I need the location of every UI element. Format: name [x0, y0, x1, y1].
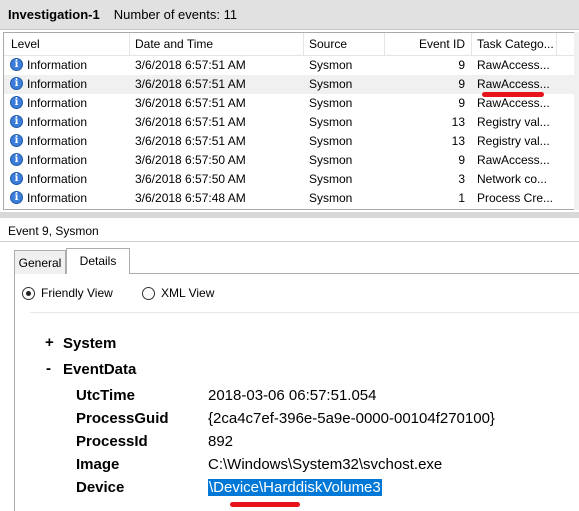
field-value-image: C:\Windows\System32\svchost.exe — [208, 456, 443, 473]
cell-level: Information — [27, 134, 88, 148]
cell-level: Information — [27, 153, 88, 167]
info-icon: i — [10, 77, 23, 90]
column-separator[interactable] — [303, 33, 304, 55]
log-title: Investigation-1 — [8, 7, 100, 22]
cell-source: Sysmon — [309, 115, 353, 129]
cell-datetime: 3/6/2018 6:57:51 AM — [135, 115, 246, 129]
event-count: Number of events: 11 — [113, 7, 238, 22]
column-separator[interactable] — [556, 33, 557, 55]
info-icon: i — [10, 115, 23, 128]
tab-general[interactable]: General — [14, 250, 66, 274]
tree-node-eventdata[interactable]: EventData — [63, 361, 136, 378]
cell-source: Sysmon — [309, 153, 353, 167]
window-title-bar: Investigation-1 Number of events: 11 — [0, 0, 579, 30]
cell-task-category: RawAccess... — [477, 153, 550, 167]
field-key-device: Device — [76, 479, 125, 496]
info-icon: i — [10, 191, 23, 204]
table-row[interactable]: i Information 3/6/2018 6:57:50 AM Sysmon 9 Ra… — [4, 151, 575, 170]
cell-source: Sysmon — [309, 58, 353, 72]
table-row[interactable]: i Information 3/6/2018 6:57:48 AM Sysmon 1 Pr… — [4, 189, 575, 208]
cell-level: Information — [27, 77, 88, 91]
cell-event-id: 9 — [458, 153, 465, 167]
table-row[interactable]: i Information 3/6/2018 6:57:51 AM Sysmon 13 R… — [4, 132, 575, 151]
cell-level: Information — [27, 115, 88, 129]
cell-datetime: 3/6/2018 6:57:50 AM — [135, 153, 246, 167]
grid-scrollbar[interactable] — [574, 32, 579, 210]
column-separator[interactable] — [384, 33, 385, 55]
field-key-image: Image — [76, 456, 120, 473]
cell-datetime: 3/6/2018 6:57:51 AM — [135, 96, 246, 110]
cell-event-id: 9 — [458, 96, 465, 110]
cell-task-category: RawAccess... — [477, 58, 550, 72]
info-icon: i — [10, 172, 23, 185]
cell-event-id: 9 — [458, 77, 465, 91]
field-key-processguid: ProcessGuid — [76, 410, 169, 427]
cell-source: Sysmon — [309, 96, 353, 110]
cell-source: Sysmon — [309, 134, 353, 148]
column-date-time[interactable]: Date and Time — [135, 37, 213, 53]
cell-source: Sysmon — [309, 191, 353, 205]
tree-node-system[interactable]: System — [63, 335, 116, 352]
table-row[interactable]: i Information 3/6/2018 6:57:50 AM Sysmon 3 Ne… — [4, 170, 575, 189]
friendly-view-label: Friendly View — [41, 286, 113, 300]
cell-datetime: 3/6/2018 6:57:51 AM — [135, 58, 246, 72]
table-row[interactable]: i Information 3/6/2018 6:57:51 AM Sysmon 9 Ra… — [4, 56, 575, 75]
friendly-view-radio[interactable] — [22, 286, 35, 300]
info-icon: i — [10, 153, 23, 166]
field-value-processid: 892 — [208, 433, 234, 450]
field-key-utctime: UtcTime — [76, 387, 135, 404]
cell-level: Information — [27, 58, 88, 72]
cell-task-category: RawAccess... — [477, 77, 550, 91]
column-event-id[interactable]: Event ID — [388, 37, 465, 53]
cell-datetime: 3/6/2018 6:57:48 AM — [135, 191, 246, 205]
cell-task-category: Process Cre... — [477, 191, 554, 205]
xml-view-option[interactable]: XML View — [142, 286, 214, 300]
field-key-processid: ProcessId — [76, 433, 148, 450]
column-separator[interactable] — [129, 33, 130, 55]
cell-event-id: 9 — [458, 58, 465, 72]
cell-event-id: 13 — [451, 134, 465, 148]
cell-source: Sysmon — [309, 172, 353, 186]
cell-task-category: Registry val... — [477, 115, 550, 129]
grid-header: Level Date and Time Source Event ID Task… — [4, 33, 575, 56]
xml-view-label: XML View — [161, 286, 215, 300]
info-icon: i — [10, 134, 23, 147]
event-detail-header: Event 9, Sysmon — [0, 218, 579, 242]
cell-datetime: 3/6/2018 6:57:51 AM — [135, 134, 246, 148]
grid-rows: i Information 3/6/2018 6:57:51 AM Sysmon 9 Ra… — [4, 56, 575, 208]
cell-event-id: 3 — [458, 172, 465, 186]
cell-task-category: RawAccess... — [477, 96, 550, 110]
cell-datetime: 3/6/2018 6:57:50 AM — [135, 172, 246, 186]
cell-event-id: 13 — [451, 115, 465, 129]
friendly-view-option[interactable]: Friendly View — [22, 286, 113, 300]
cell-task-category: Network co... — [477, 172, 548, 186]
collapse-eventdata-toggle[interactable]: - — [46, 360, 51, 377]
annotation-underline — [230, 502, 300, 507]
annotation-underline — [482, 92, 544, 97]
column-source[interactable]: Source — [309, 37, 347, 53]
expand-system-toggle[interactable]: + — [45, 334, 54, 351]
xml-view-radio[interactable] — [142, 286, 155, 300]
info-icon: i — [10, 58, 23, 71]
field-value-device[interactable]: \Device\HarddiskVolume3 — [208, 479, 382, 496]
table-row[interactable]: i Information 3/6/2018 6:57:51 AM Sysmon 13 R… — [4, 113, 575, 132]
cell-event-id: 1 — [458, 191, 465, 205]
events-grid[interactable]: Level Date and Time Source Event ID Task… — [3, 32, 576, 210]
cell-level: Information — [27, 172, 88, 186]
tab-details[interactable]: Details — [66, 248, 130, 274]
column-task-category[interactable]: Task Catego... — [477, 37, 554, 53]
field-value-processguid: {2ca4c7ef-396e-5a9e-0000-00104f270100} — [208, 410, 495, 427]
details-divider — [30, 312, 579, 313]
cell-datetime: 3/6/2018 6:57:51 AM — [135, 77, 246, 91]
info-icon: i — [10, 96, 23, 109]
cell-task-category: Registry val... — [477, 134, 550, 148]
column-level[interactable]: Level — [11, 37, 40, 53]
cell-level: Information — [27, 191, 88, 205]
column-separator[interactable] — [471, 33, 472, 55]
cell-level: Information — [27, 96, 88, 110]
cell-source: Sysmon — [309, 77, 353, 91]
field-value-utctime: 2018-03-06 06:57:51.054 — [208, 387, 377, 404]
